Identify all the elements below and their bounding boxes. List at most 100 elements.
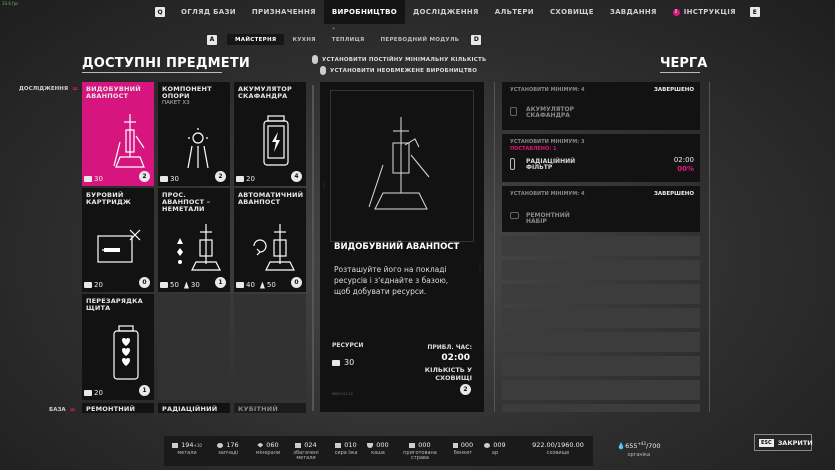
item-card-auto-outpost[interactable]: АВТОМАТИЧНИЙ АВАНПОСТ 40 50 0	[234, 188, 306, 292]
category-label: ДОСЛІДЖЕННЯ	[19, 86, 69, 92]
item-card-qubit[interactable]: КУБІТНИЙ	[234, 403, 306, 413]
subnav-next-key[interactable]: D	[471, 34, 482, 45]
subtab-greenhouse[interactable]: ТЕПЛИЦЯ	[324, 34, 373, 45]
stock-count-badge: 2	[460, 384, 471, 395]
divider	[709, 82, 710, 412]
subnav-prev-key[interactable]: A	[207, 34, 217, 45]
tab-base-overview[interactable]: ОГЛЯД БАЗИ	[173, 0, 244, 24]
tab-tasks[interactable]: ЗАВДАННЯ	[602, 0, 665, 24]
tab-instructions[interactable]: ! ІНСТРУКЦІЯ	[665, 0, 744, 24]
metal-icon	[332, 359, 340, 366]
storage-value: 922.00/1960.00	[532, 441, 584, 449]
item-card-drill-cartridge[interactable]: БУРОВИЙ КАРТРИДЖ 20 0	[82, 188, 154, 292]
resource-name: метали	[177, 450, 197, 456]
item-subtitle: ПАКЕТ X3	[162, 100, 190, 106]
drill-cartridge-icon	[97, 229, 141, 263]
toggle-unlimited[interactable]: УСТАНОВИТИ НЕОБМЕЖЕНЕ ВИРОБНИЦТВО	[312, 65, 486, 76]
resource-value: 000	[460, 441, 474, 449]
item-cost-value: 30	[190, 281, 200, 289]
stock-count-badge: 2	[139, 171, 150, 182]
resource-name: приготована страва	[403, 450, 437, 461]
queue-status: ЗАВЕРШЕНО	[654, 191, 694, 197]
detail-description: Розташуйте його на покладі ресурсів і з'…	[334, 265, 449, 296]
item-preview	[330, 90, 474, 242]
item-cost: 30	[84, 175, 103, 183]
resource-value: 000	[418, 441, 431, 449]
queue-entry-active[interactable]: УСТАНОВИТИ МІНІМУМ: 3 ПОСТАВЛЕНО: 1 РАДІ…	[502, 134, 700, 182]
queue-empty-slot	[502, 356, 700, 376]
item-card-repair[interactable]: РЕМОНТНИЙ	[82, 403, 154, 413]
metal-icon	[160, 282, 168, 288]
nav-prev-key[interactable]: Q	[155, 7, 165, 17]
resource-name: збагачені метали	[293, 450, 319, 461]
resource-cost-value: 30	[344, 358, 355, 367]
item-cost: 30	[160, 175, 179, 183]
nav-next-key[interactable]: E	[749, 7, 760, 17]
items-scrollbar[interactable]	[312, 85, 314, 411]
resource-organics: 💧655+43/700 органіка	[617, 441, 661, 458]
item-cost-value: 20	[246, 175, 255, 183]
queue-entry[interactable]: УСТАНОВИТИ МІНІМУМ: 4 ЗАВЕРШЕНО РЕМОНТНИ…	[502, 186, 700, 232]
resource-value: 655	[625, 442, 638, 451]
resource-name: мінерали	[255, 450, 281, 456]
tab-production[interactable]: ВИРОБНИЦТВО	[323, 0, 406, 24]
top-nav: Q ОГЛЯД БАЗИ ПРИЗНАЧЕННЯ ВИРОБНИЦТВО ДОС…	[155, 0, 760, 24]
empty-slot	[234, 294, 306, 400]
item-cost: 50 30	[160, 281, 200, 289]
subtab-workshop[interactable]: МАЙСТЕРНЯ	[227, 34, 285, 45]
resource-porridge: 000 каша	[364, 441, 392, 456]
cutlery-icon	[452, 442, 458, 448]
resource-name: бенкет	[453, 450, 473, 456]
adv-outpost-icon	[177, 224, 221, 271]
drill-outpost-icon	[113, 114, 145, 168]
subtab-conversion-module[interactable]: ПЕРЕВОДНИЙ МОДУЛЬ	[373, 34, 468, 45]
tab-assignments[interactable]: ПРИЗНАЧЕННЯ	[244, 0, 324, 24]
item-card-shield-recharge[interactable]: ПЕРЕЗАРЯДКА ЩИТА 20 1	[82, 294, 154, 400]
category-base[interactable]: БАЗА =	[49, 406, 76, 414]
item-card-radiation[interactable]: РАДІАЦІЙНИЙ	[158, 403, 230, 413]
resource-bar: 194 +10 метали 176 запчаді 060 мінерали 024 з…	[164, 436, 593, 466]
tab-alters[interactable]: АЛЬТЕРИ	[487, 0, 542, 24]
close-button[interactable]: ESC ЗАКРИТИ	[754, 434, 813, 451]
resource-name: органіка	[627, 452, 651, 459]
item-card-adv-outpost[interactable]: ПРОС. АВАНПОСТ – НЕМЕТАЛИ 50 30 1	[158, 188, 230, 292]
mineral-icon	[183, 281, 189, 289]
resource-value: 176	[226, 441, 239, 449]
queue-empty-slot	[502, 236, 700, 256]
tab-research[interactable]: ДОСЛІДЖЕННЯ	[405, 0, 487, 24]
resource-minerals: 060 мінерали	[252, 441, 284, 456]
resource-max: /700	[645, 442, 661, 451]
toggle-min-quantity[interactable]: УСТАНОВИТИ ПОСТІЙНУ МІНІМАЛЬНУ КІЛЬКІСТЬ	[312, 54, 486, 65]
time-value: 02:00	[441, 353, 470, 363]
storage-capacity: 922.00/1960.00 сховище	[528, 441, 588, 456]
resource-value: 194	[181, 441, 194, 449]
subtab-kitchen[interactable]: КУХНЯ	[284, 34, 323, 45]
stock-label: КІЛЬКІСТЬ У СХОВИЩІ	[424, 366, 472, 382]
resource-feast: 000 бенкет	[448, 441, 478, 456]
fps-overlay: 33.6 fps	[2, 1, 19, 6]
item-cost-value: 20	[94, 281, 103, 289]
category-research[interactable]: ДОСЛІДЖЕННЯ =	[19, 85, 78, 93]
queue-empty-slot	[502, 404, 700, 412]
detail-footer: M003-01.02	[332, 392, 353, 396]
tab-storage[interactable]: СХОВИЩЕ	[542, 0, 602, 24]
category-marker-icon: =	[72, 85, 78, 93]
divider	[494, 82, 495, 412]
stock-count-badge: 1	[215, 277, 226, 288]
resource-name: запчаді	[218, 450, 238, 456]
resource-enriched-metals: 024 збагачені метали	[288, 441, 324, 461]
queue-entry[interactable]: УСТАНОВИТИ МІНІМУМ: 4 ЗАВЕРШЕНО АКУМУЛЯТ…	[502, 82, 700, 130]
drop-icon: 💧	[617, 442, 626, 451]
queue-min: УСТАНОВИТИ МІНІМУМ: 4	[510, 191, 585, 197]
shield-recharge-icon	[113, 325, 139, 380]
queue-empty-slot	[502, 380, 700, 400]
item-card-support-component[interactable]: КОМПОНЕНТ ОПОРИ ПАКЕТ X3 30 2	[158, 82, 230, 186]
item-card-drill-outpost[interactable]: ВИДОБУВНИЙ АВАНПОСТ 30 2	[82, 82, 154, 186]
queue-min: УСТАНОВИТИ МІНІМУМ: 4	[510, 87, 585, 93]
item-card-suit-battery[interactable]: АКУМУЛЯТОР СКАФАНДРА 20 4	[234, 82, 306, 186]
item-title: ПЕРЕЗАРЯДКА ЩИТА	[86, 297, 143, 312]
item-cost-value: 50	[170, 281, 179, 289]
queue-empty-slot	[502, 260, 700, 280]
resource-value: 024	[304, 441, 317, 449]
metal-icon	[236, 176, 244, 182]
